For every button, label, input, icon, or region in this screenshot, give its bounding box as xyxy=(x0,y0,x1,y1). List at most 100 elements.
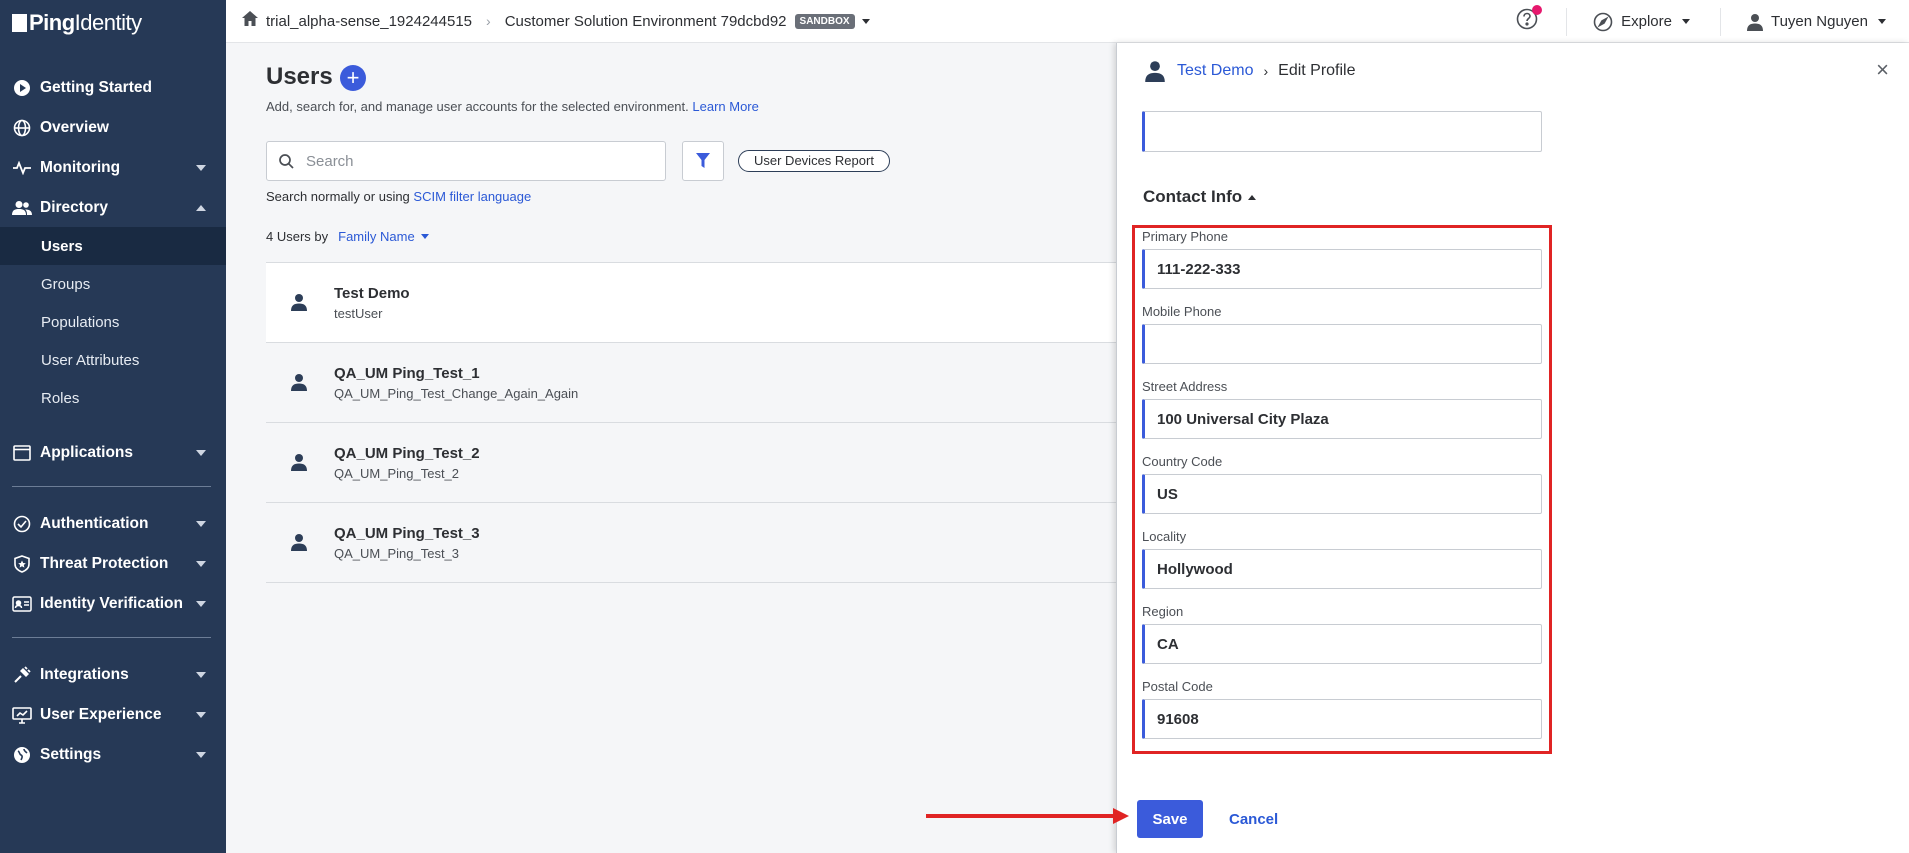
top-bar-separator xyxy=(1719,7,1721,36)
home-icon[interactable] xyxy=(242,11,258,31)
breadcrumb-user-link[interactable]: Test Demo xyxy=(1177,62,1253,80)
explore-menu[interactable]: Explore xyxy=(1593,12,1690,32)
nav-settings[interactable]: Settings xyxy=(0,735,226,775)
user-menu[interactable]: Tuyen Nguyen xyxy=(1746,13,1886,31)
nav-threat-protection[interactable]: Threat Protection xyxy=(0,544,226,584)
chevron-right-icon: › xyxy=(1263,63,1269,79)
postal-code-input[interactable]: 91608 xyxy=(1142,699,1542,739)
chevron-down-icon xyxy=(196,752,206,758)
user-avatar-icon xyxy=(291,374,307,391)
add-user-button[interactable]: + xyxy=(340,65,366,91)
learn-more-link[interactable]: Learn More xyxy=(692,99,758,114)
nav-users[interactable]: Users xyxy=(0,227,226,265)
chevron-down-icon xyxy=(196,712,206,718)
close-icon[interactable]: × xyxy=(1876,59,1889,81)
nav-label: Threat Protection xyxy=(40,555,169,572)
primary-phone-input[interactable]: 111-222-333 xyxy=(1142,249,1542,289)
nav-applications[interactable]: Applications xyxy=(0,433,226,473)
user-username: QA_UM_Ping_Test_Change_Again_Again xyxy=(334,386,579,401)
user-name: QA_UM Ping_Test_2 xyxy=(334,445,480,462)
search-input[interactable] xyxy=(306,152,646,170)
help-icon[interactable] xyxy=(1516,5,1543,35)
environment-name: Customer Solution Environment 79dcbd92 xyxy=(504,12,787,30)
top-bar-separator xyxy=(1566,7,1568,36)
street-address-label: Street Address xyxy=(1142,379,1228,394)
nav-user-attributes[interactable]: User Attributes xyxy=(0,341,226,379)
annotation-arrow-head xyxy=(1113,808,1129,824)
chevron-down-icon xyxy=(196,561,206,567)
nav-label: Settings xyxy=(40,746,102,763)
user-username: QA_UM_Ping_Test_2 xyxy=(334,466,460,481)
save-button[interactable]: Save xyxy=(1137,800,1203,838)
nav-populations[interactable]: Populations xyxy=(0,303,226,341)
region-input[interactable]: CA xyxy=(1142,624,1542,664)
filter-icon xyxy=(696,153,710,168)
cancel-button[interactable]: Cancel xyxy=(1229,800,1278,838)
country-code-label: Country Code xyxy=(1142,454,1223,469)
annotation-arrow xyxy=(926,814,1121,818)
environment-selector[interactable]: Customer Solution Environment 79dcbd92 S… xyxy=(505,13,870,30)
table-row[interactable]: QA_UM Ping_Test_1 QA_UM_Ping_Test_Change… xyxy=(266,343,1116,423)
user-list: Test Demo testUser QA_UM Ping_Test_1 QA_… xyxy=(266,262,1116,583)
street-address-input[interactable]: 100 Universal City Plaza xyxy=(1142,399,1542,439)
nav-authentication[interactable]: Authentication xyxy=(0,504,226,544)
chevron-down-icon xyxy=(196,672,206,678)
nav-label: Getting Started xyxy=(40,79,152,96)
compass-icon xyxy=(1593,12,1613,31)
region-label: Region xyxy=(1142,604,1184,619)
user-devices-report-button[interactable]: User Devices Report xyxy=(738,150,890,172)
table-row[interactable]: QA_UM Ping_Test_2 QA_UM_Ping_Test_2 xyxy=(266,423,1116,503)
chevron-down-icon xyxy=(196,450,206,456)
user-icon xyxy=(1145,61,1165,82)
chevron-down-icon xyxy=(196,601,206,607)
nav-groups[interactable]: Groups xyxy=(0,265,226,303)
explore-label: Explore xyxy=(1621,13,1672,30)
chevron-down-icon xyxy=(861,18,870,24)
nav-roles[interactable]: Roles xyxy=(0,379,226,417)
logo-text-light: Identity xyxy=(74,10,142,35)
chevron-right-icon: › xyxy=(486,13,491,29)
nav-label: Users xyxy=(41,237,83,255)
user-name: QA_UM Ping_Test_3 xyxy=(334,525,480,542)
nav-identity-verification[interactable]: Identity Verification xyxy=(0,584,226,624)
user-icon xyxy=(1746,13,1763,31)
scim-hint-text: Search normally or using xyxy=(266,189,410,204)
table-row[interactable]: QA_UM Ping_Test_3 QA_UM_Ping_Test_3 xyxy=(266,503,1116,583)
scim-filter-link[interactable]: SCIM filter language xyxy=(413,189,531,204)
user-username: QA_UM_Ping_Test_3 xyxy=(334,546,460,561)
country-code-input[interactable]: US xyxy=(1142,474,1542,514)
nav-user-experience[interactable]: User Experience xyxy=(0,695,226,735)
previous-field-input[interactable] xyxy=(1142,111,1542,152)
chevron-up-icon xyxy=(196,205,206,211)
nav-integrations[interactable]: Integrations xyxy=(0,655,226,695)
locality-input[interactable]: Hollywood xyxy=(1142,549,1542,589)
nav-overview[interactable]: Overview xyxy=(0,108,226,148)
mobile-phone-input[interactable] xyxy=(1142,324,1542,364)
globe-settings-icon xyxy=(12,745,32,765)
nav-directory[interactable]: Directory xyxy=(0,188,226,228)
sidebar-divider xyxy=(12,486,211,487)
check-circle-icon xyxy=(12,514,32,534)
nav-label: Authentication xyxy=(40,515,149,532)
table-row[interactable]: Test Demo testUser xyxy=(266,263,1116,343)
environment-breadcrumb[interactable]: trial_alpha-sense_1924244515 xyxy=(266,13,472,30)
nav-monitoring[interactable]: Monitoring xyxy=(0,148,226,188)
users-group-icon xyxy=(12,198,32,218)
page-title: Users xyxy=(266,63,333,90)
primary-phone-label: Primary Phone xyxy=(1142,229,1228,244)
filter-button[interactable] xyxy=(682,141,724,181)
ping-identity-logo[interactable]: Ping Identity xyxy=(0,0,226,46)
chevron-down-icon xyxy=(1681,19,1690,24)
plug-icon xyxy=(12,665,32,685)
sidebar-divider xyxy=(12,637,211,638)
top-bar: trial_alpha-sense_1924244515 › Customer … xyxy=(226,0,1909,43)
sort-dropdown[interactable]: Family Name xyxy=(338,229,429,244)
nav-getting-started[interactable]: Getting Started xyxy=(0,68,226,108)
top-bar-actions: Explore Tuyen Nguyen xyxy=(1516,0,1909,43)
contact-info-section-toggle[interactable]: Contact Info xyxy=(1143,187,1257,207)
logo-square-icon xyxy=(12,14,27,32)
search-box[interactable] xyxy=(266,141,666,181)
nav-label: Identity Verification xyxy=(40,595,183,612)
nav-label: Applications xyxy=(40,444,134,461)
user-name: Test Demo xyxy=(334,285,410,302)
